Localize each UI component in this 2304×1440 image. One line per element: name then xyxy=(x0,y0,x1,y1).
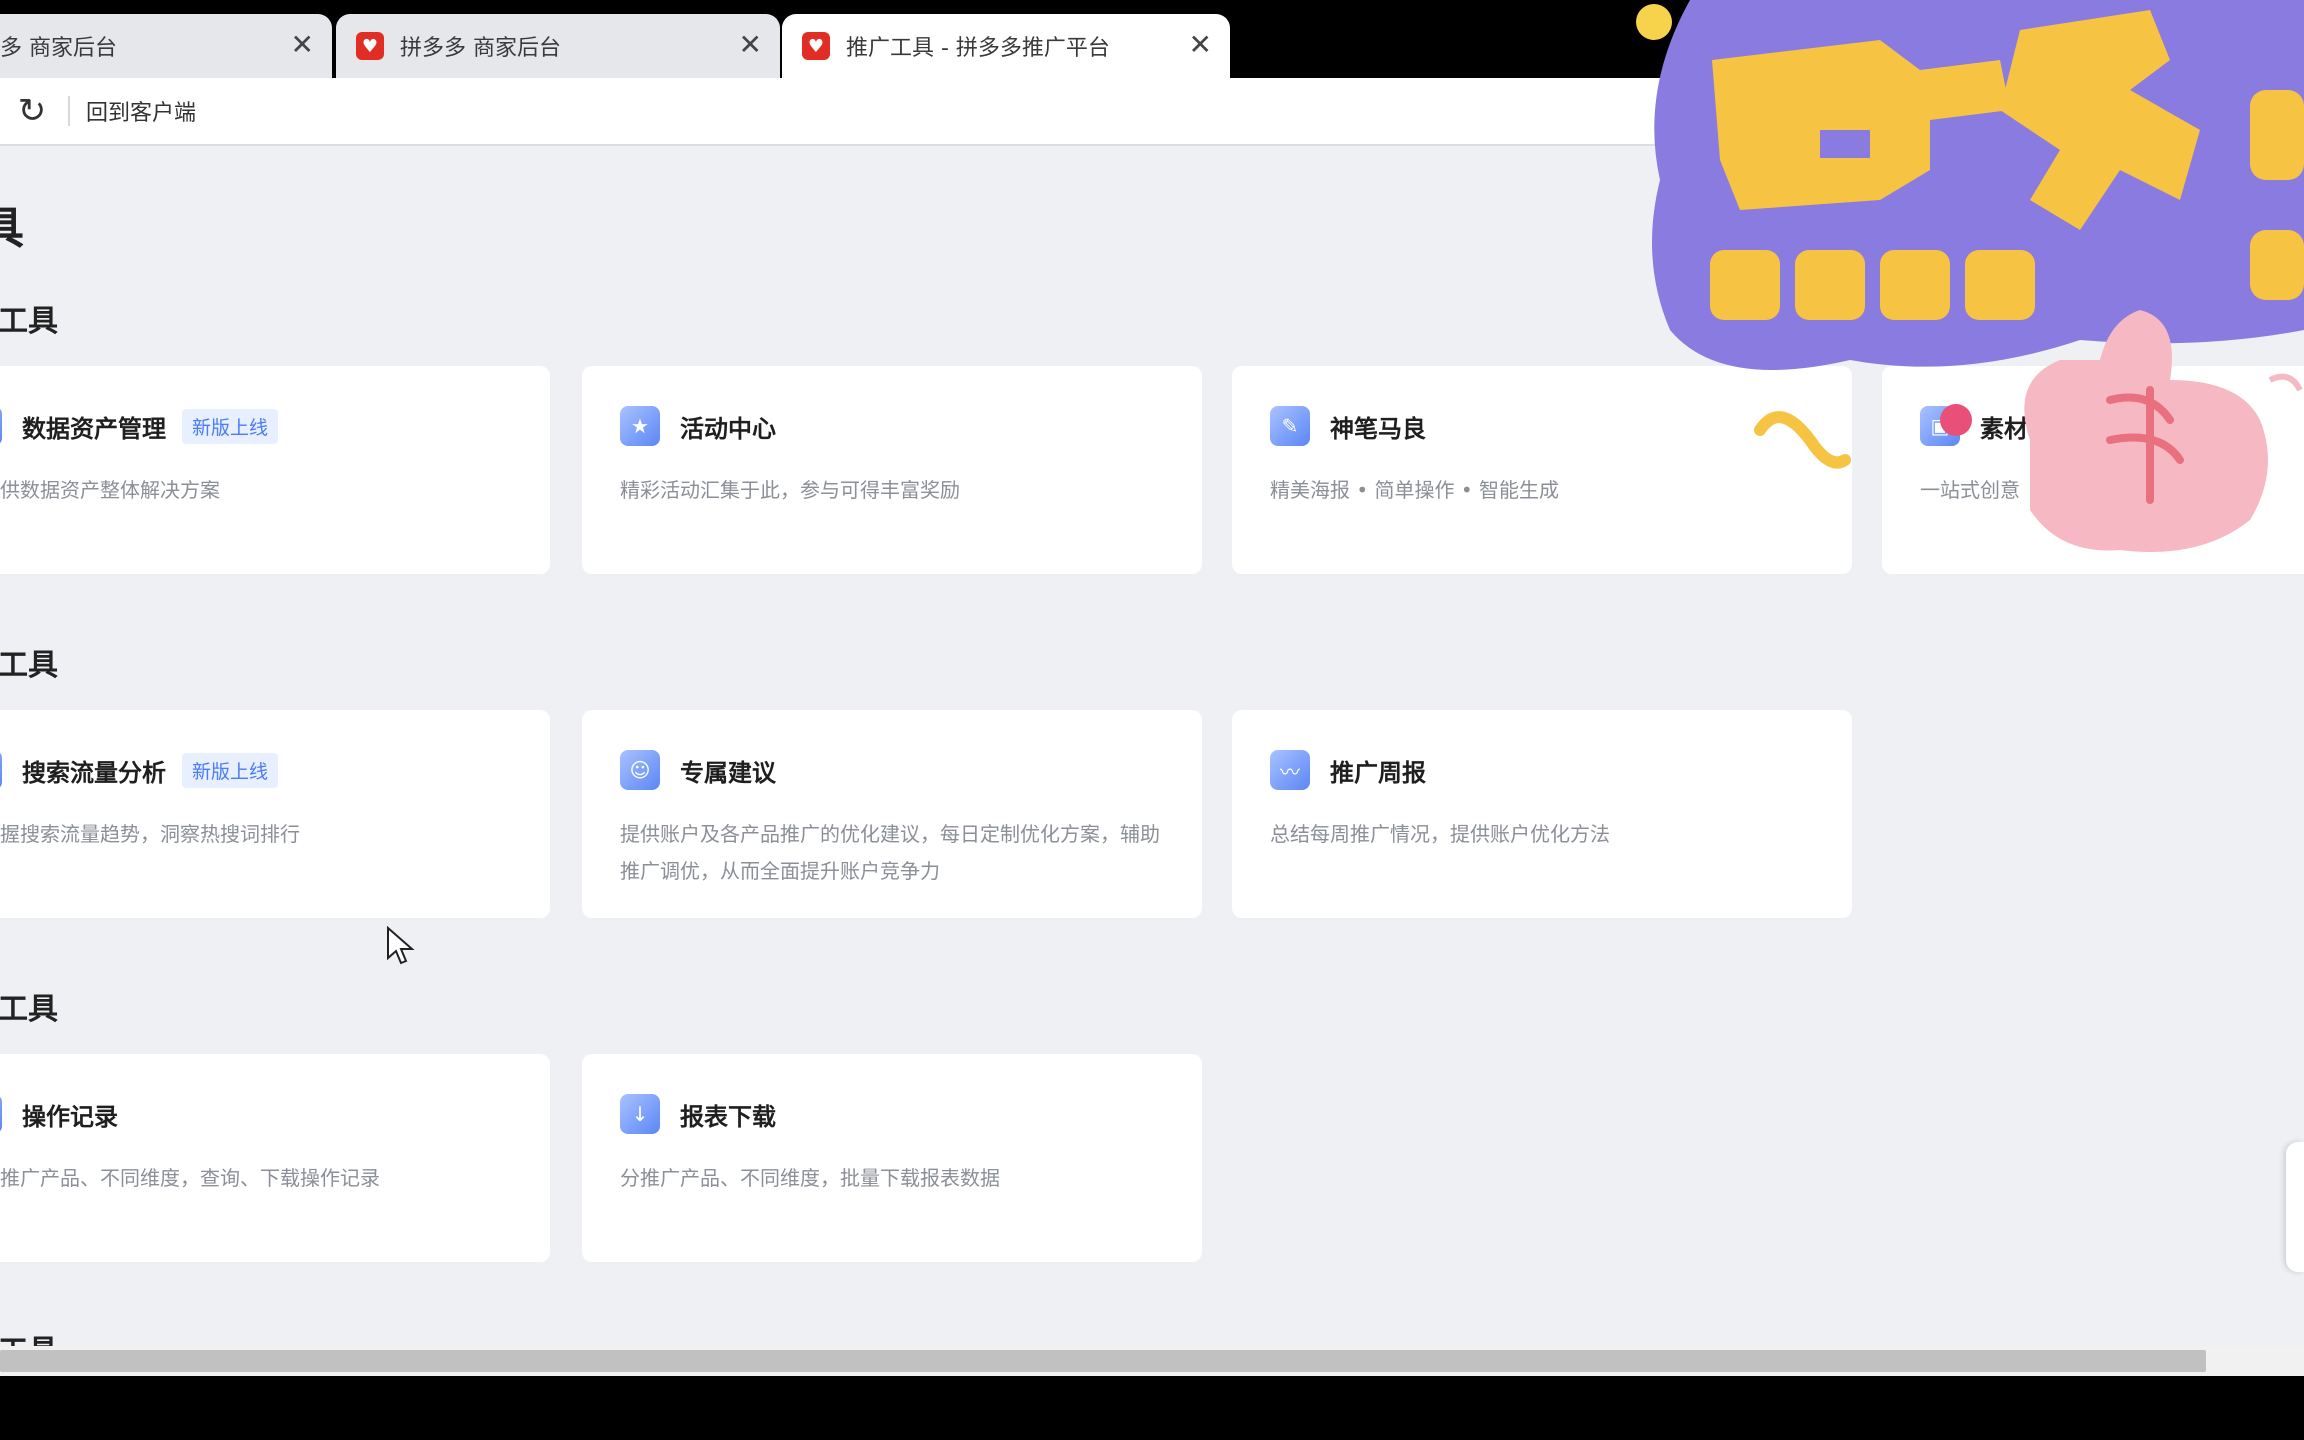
tool-card-search-traffic[interactable]: ⌕ 搜索流量分析 新版上线 握搜索流量趋势，洞察热搜词排行 xyxy=(0,710,550,918)
record-icon: ≡ xyxy=(0,1094,2,1134)
tool-name: 报表下载 xyxy=(680,1102,776,1131)
browser-tab-3[interactable]: ♥ 推广工具 - 拼多多推广平台 ✕ xyxy=(782,14,1230,78)
tool-card-magic-brush[interactable]: ✎ 神笔马良 精美海报 • 简单操作 • 智能生成 xyxy=(1232,366,1852,574)
reload-icon[interactable]: ↻ xyxy=(14,91,50,131)
page-title: 具 xyxy=(0,203,24,254)
tab-title: 拼多多 商家后台 xyxy=(400,36,561,61)
image-icon: ▣ xyxy=(1920,406,1960,446)
tool-desc: 提供账户及各产品推广的优化建议，每日定制优化方案，辅助推广调优，从而全面提升账户… xyxy=(620,822,1160,883)
flag-icon: ★ xyxy=(620,406,660,446)
tool-desc: 分推广产品、不同维度，批量下载报表数据 xyxy=(620,1166,1000,1190)
tab-title: 多 商家后台 xyxy=(0,36,117,61)
brush-icon: ✎ xyxy=(1270,406,1310,446)
close-icon[interactable]: ✕ xyxy=(1189,31,1212,59)
tool-desc: 握搜索流量趋势，洞察热搜词排行 xyxy=(0,822,300,846)
toolbar-divider xyxy=(68,96,70,126)
tool-card-operation-log[interactable]: ≡ 操作记录 推广产品、不同维度，查询、下载操作记录 xyxy=(0,1054,550,1262)
tool-name: 活动中心 xyxy=(680,414,776,443)
tab-title: 推广工具 - 拼多多推广平台 xyxy=(846,36,1110,61)
calendar-chart-icon: 〰 xyxy=(1270,750,1310,790)
section-title: 工具 xyxy=(0,304,58,339)
tool-desc: 推广产品、不同维度，查询、下载操作记录 xyxy=(0,1166,380,1190)
section-title: 工具 xyxy=(0,992,58,1027)
download-icon: ↓ xyxy=(620,1094,660,1134)
browser-tab-1[interactable]: 多 商家后台 ✕ xyxy=(0,14,332,78)
horizontal-scrollbar[interactable] xyxy=(0,1346,2304,1376)
tool-name: 推广周报 xyxy=(1330,758,1426,787)
back-to-client-link[interactable]: 回到客户端 xyxy=(86,95,196,127)
screen-bottom-bar xyxy=(0,1376,2304,1440)
tool-desc: 精彩活动汇集于此，参与可得丰富奖励 xyxy=(620,478,960,502)
browser-toolbar: ↻ 回到客户端 xyxy=(0,78,2304,146)
pinduoduo-logo-icon: ♥ xyxy=(802,32,830,60)
tool-name: 搜索流量分析 xyxy=(22,758,166,787)
tool-card-materials[interactable]: ▣ 素材 一站式创意 xyxy=(1882,366,2304,574)
close-icon[interactable]: ✕ xyxy=(291,31,314,59)
tool-name: 神笔马良 xyxy=(1330,414,1426,443)
new-badge: 新版上线 xyxy=(182,408,279,444)
search-icon: ⌕ xyxy=(0,750,2,790)
tool-name: 操作记录 xyxy=(22,1102,118,1131)
tool-desc: 一站式创意 xyxy=(1920,478,2020,502)
browser-tab-bar: 多 商家后台 ✕ ♥ 拼多多 商家后台 ✕ ♥ 推广工具 - 拼多多推广平台 ✕ xyxy=(0,0,2304,78)
pinduoduo-logo-icon: ♥ xyxy=(356,32,384,60)
tool-name: 数据资产管理 xyxy=(22,414,166,443)
tool-card-exclusive-advice[interactable]: ☺ 专属建议 提供账户及各产品推广的优化建议，每日定制优化方案，辅助推广调优，从… xyxy=(582,710,1202,918)
tool-desc: 精美海报 • 简单操作 • 智能生成 xyxy=(1270,478,1560,502)
database-icon: ▤ xyxy=(0,406,2,446)
tool-card-activity-center[interactable]: ★ 活动中心 精彩活动汇集于此，参与可得丰富奖励 xyxy=(582,366,1202,574)
close-icon[interactable]: ✕ xyxy=(739,31,762,59)
browser-tab-2[interactable]: ♥ 拼多多 商家后台 ✕ xyxy=(336,14,780,78)
tool-name: 专属建议 xyxy=(680,758,776,787)
floating-side-tab[interactable] xyxy=(2286,1142,2304,1272)
section-title: 工具 xyxy=(0,648,58,683)
tool-desc: 总结每周推广情况，提供账户优化方法 xyxy=(1270,822,1610,846)
new-badge: 新版上线 xyxy=(182,752,279,788)
scrollbar-thumb[interactable] xyxy=(0,1350,2206,1372)
promotion-tools-page: 具 工具 ▤ 数据资产管理 新版上线 供数据资产整体解决方案 ★ 活动中心 精彩… xyxy=(0,146,2304,1375)
tool-desc: 供数据资产整体解决方案 xyxy=(0,478,220,502)
mouse-cursor-icon xyxy=(387,926,415,965)
robot-icon: ☺ xyxy=(620,750,660,790)
tool-card-report-download[interactable]: ↓ 报表下载 分推广产品、不同维度，批量下载报表数据 xyxy=(582,1054,1202,1262)
tool-name: 素材 xyxy=(1980,414,2028,443)
tool-card-weekly-report[interactable]: 〰 推广周报 总结每周推广情况，提供账户优化方法 xyxy=(1232,710,1852,918)
tool-card-data-assets[interactable]: ▤ 数据资产管理 新版上线 供数据资产整体解决方案 xyxy=(0,366,550,574)
